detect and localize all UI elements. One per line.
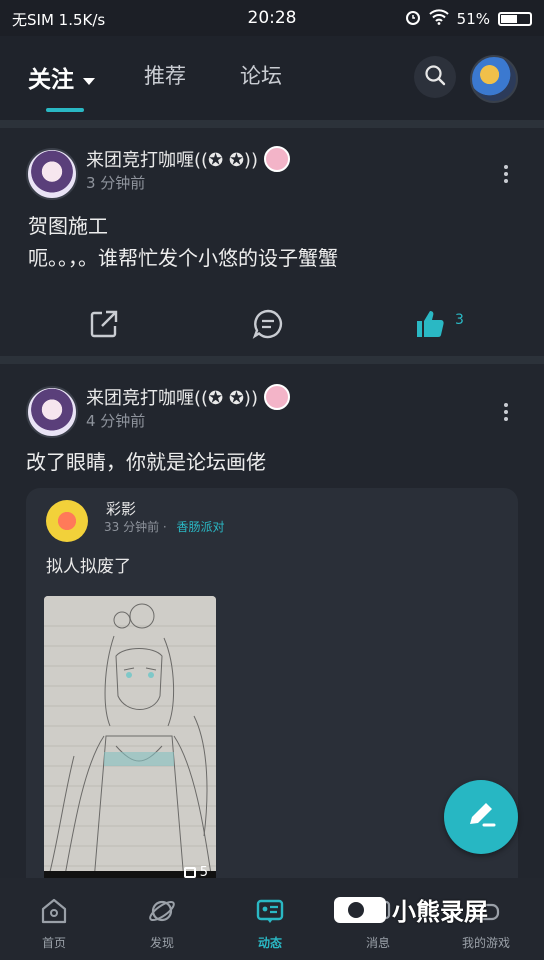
planet-icon <box>147 896 177 930</box>
top-header: 关注 推荐 论坛 <box>0 36 544 120</box>
username-text: 来团竞打咖喱((✪ ✪)) <box>86 388 258 409</box>
share-icon[interactable] <box>88 308 120 344</box>
post-text: 改了眼睛，你就是论坛画佬 <box>26 450 266 474</box>
nav-messages-label: 消息 <box>365 936 390 950</box>
nav-home[interactable]: 首页 <box>0 878 108 960</box>
repost-text: 拟人拟废了 <box>46 557 131 577</box>
repost-username[interactable]: 彩影 <box>106 498 136 519</box>
tab-forum[interactable]: 论坛 <box>240 60 282 90</box>
post-text-line: 贺图施工 <box>28 214 108 238</box>
battery-percent: 51% <box>456 10 490 28</box>
post-text: 贺图施工 呃。。，。谁帮忙发个小悠的设子蟹蟹 <box>28 210 338 274</box>
more-options-icon[interactable] <box>504 162 510 186</box>
avatar[interactable] <box>26 148 78 200</box>
nav-feed[interactable]: 动态 <box>216 878 324 960</box>
post-time: 3 分钟前 <box>86 174 146 192</box>
home-icon <box>39 896 69 930</box>
gallery-icon <box>183 867 196 878</box>
profile-avatar[interactable] <box>470 55 518 103</box>
section-divider <box>0 356 544 364</box>
post-username[interactable]: 来团竞打咖喱((✪ ✪)) <box>86 384 290 412</box>
recorder-logo-icon <box>334 896 386 923</box>
search-button[interactable] <box>414 56 456 98</box>
feed-icon <box>255 896 285 930</box>
more-options-icon[interactable] <box>504 400 510 424</box>
tab-recommend[interactable]: 推荐 <box>144 60 186 90</box>
post-actions: 3 <box>0 296 544 352</box>
like-icon[interactable] <box>414 308 446 344</box>
post-time: 4 分钟前 <box>86 412 146 430</box>
nav-my-games-label: 我的游戏 <box>461 936 510 950</box>
repost-meta: 33 分钟前 · 香肠派对 <box>104 520 225 534</box>
repost-time: 33 分钟前 <box>104 520 160 534</box>
nav-discover-label: 发现 <box>149 936 174 950</box>
repost-card[interactable]: 彩影 33 分钟前 · 香肠派对 拟人拟废了 5 <box>26 488 518 898</box>
section-divider <box>0 120 544 128</box>
avatar[interactable] <box>46 500 88 542</box>
search-icon <box>424 64 446 90</box>
like-count: 3 <box>455 312 464 328</box>
active-tab-indicator <box>46 108 84 112</box>
alarm-icon <box>405 9 421 29</box>
post-image[interactable]: 5 <box>44 596 216 886</box>
wifi-icon <box>428 9 449 29</box>
avatar[interactable] <box>26 386 78 438</box>
level-badge-icon <box>263 384 290 410</box>
nav-home-label: 首页 <box>41 936 66 950</box>
username-text: 来团竞打咖喱((✪ ✪)) <box>86 150 258 171</box>
compose-button[interactable] <box>444 780 518 854</box>
repost-game-tag[interactable]: 香肠派对 <box>177 520 225 534</box>
post-card[interactable]: 来团竞打咖喱((✪ ✪)) 3 分钟前 贺图施工 呃。。，。谁帮忙发个小悠的设子… <box>0 128 544 356</box>
watermark-text: 小熊录屏 <box>392 898 488 926</box>
battery-icon <box>498 12 532 26</box>
status-bar: 无SIM 1.5K/s 20:28 51% <box>0 0 544 36</box>
caret-down-icon <box>82 67 96 93</box>
comment-icon[interactable] <box>252 308 284 344</box>
tab-following-label: 关注 <box>28 67 74 93</box>
pen-icon <box>464 798 498 836</box>
nav-discover[interactable]: 发现 <box>108 878 216 960</box>
watermark: 小熊录屏 <box>334 892 488 927</box>
nav-feed-label: 动态 <box>257 936 282 950</box>
level-badge-icon <box>263 146 290 172</box>
tab-following[interactable]: 关注 <box>28 60 96 94</box>
post-text-line: 呃。。，。谁帮忙发个小悠的设子蟹蟹 <box>28 246 338 270</box>
post-username[interactable]: 来团竞打咖喱((✪ ✪)) <box>86 146 290 174</box>
